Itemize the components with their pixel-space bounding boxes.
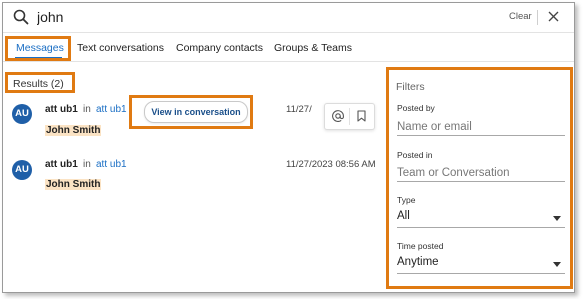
search-panel: Clear Messages Text conversations Compan… <box>2 2 575 293</box>
channel-link[interactable]: att ub1 <box>96 159 127 170</box>
timestamp: 11/27/2023 08:56 AM <box>286 159 376 170</box>
in-label: in <box>83 104 91 115</box>
avatar: AU <box>12 160 32 180</box>
in-label: in <box>83 159 91 170</box>
timestamp: 11/27/ <box>286 104 312 115</box>
search-icon <box>13 9 29 25</box>
caret-down-icon <box>553 262 561 267</box>
divider <box>537 10 538 25</box>
time-posted-select[interactable]: Anytime <box>397 256 565 274</box>
search-input[interactable] <box>37 7 437 27</box>
search-bar: Clear <box>3 3 574 33</box>
tab-messages[interactable]: Messages <box>16 42 64 54</box>
clear-button[interactable]: Clear <box>509 11 532 22</box>
matched-text: John Smith <box>45 179 102 190</box>
type-select[interactable]: All <box>397 210 565 228</box>
message-actions <box>324 103 375 130</box>
caret-down-icon <box>553 216 561 221</box>
tab-text-conversations[interactable]: Text conversations <box>77 42 164 54</box>
type-label: Type <box>397 195 416 205</box>
close-icon[interactable] <box>548 11 559 22</box>
tab-bar: Messages Text conversations Company cont… <box>3 33 574 62</box>
time-posted-value: Anytime <box>397 256 439 268</box>
results-count: Results (2) <box>13 78 64 90</box>
posted-in-input[interactable] <box>397 165 565 182</box>
divider <box>349 108 350 125</box>
posted-in-label: Posted in <box>397 150 433 160</box>
tab-company-contacts[interactable]: Company contacts <box>176 42 263 54</box>
filters-title: Filters <box>396 81 425 93</box>
posted-by-input[interactable] <box>397 119 565 136</box>
sender-name: att ub1 <box>45 104 78 115</box>
mention-icon[interactable] <box>332 110 344 122</box>
type-value: All <box>397 210 410 222</box>
view-in-conversation-button[interactable]: View in conversation <box>144 101 248 123</box>
matched-text: John Smith <box>45 125 102 136</box>
tab-groups-teams[interactable]: Groups & Teams <box>274 42 352 54</box>
channel-link[interactable]: att ub1 <box>96 104 127 115</box>
posted-by-label: Posted by <box>397 103 435 113</box>
bookmark-icon[interactable] <box>356 110 367 122</box>
avatar: AU <box>12 104 32 124</box>
sender-name: att ub1 <box>45 159 78 170</box>
time-posted-label: Time posted <box>397 241 444 251</box>
active-tab-indicator <box>15 57 62 59</box>
